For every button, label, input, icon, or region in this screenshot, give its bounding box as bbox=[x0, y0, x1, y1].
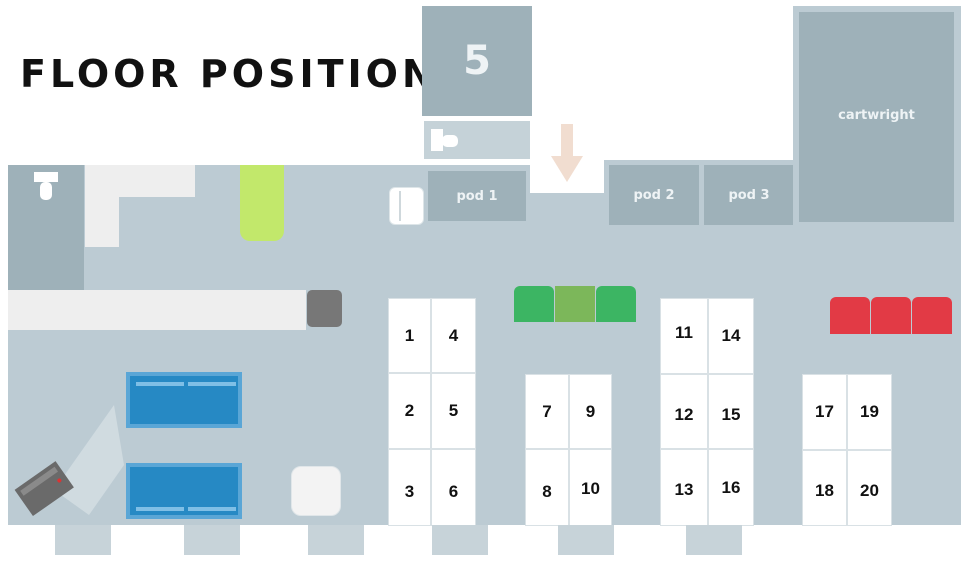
desk-number: 18 bbox=[815, 481, 834, 500]
desk-number: 16 bbox=[721, 477, 741, 497]
pod-1[interactable]: pod 1 bbox=[428, 171, 526, 221]
window-tab bbox=[55, 525, 111, 555]
cabinet bbox=[389, 187, 424, 225]
red-seat[interactable] bbox=[830, 297, 870, 334]
desk-12[interactable]: 12 bbox=[660, 374, 708, 449]
trash-bin-icon bbox=[307, 290, 342, 327]
desk-16[interactable]: 16 bbox=[708, 449, 754, 526]
room-5[interactable]: 5 bbox=[422, 6, 532, 116]
desk-number: 2 bbox=[404, 401, 415, 420]
desk-1[interactable]: 1 bbox=[388, 298, 431, 373]
desk-number: 8 bbox=[542, 481, 552, 501]
desk-3[interactable]: 3 bbox=[388, 449, 431, 526]
counter-side bbox=[85, 165, 119, 247]
desk-20[interactable]: 20 bbox=[847, 450, 892, 526]
pod-3-label: pod 3 bbox=[728, 187, 770, 203]
desk-number: 14 bbox=[721, 326, 741, 345]
window-tab bbox=[432, 525, 488, 555]
pod-2-label: pod 2 bbox=[633, 187, 675, 203]
desk-7[interactable]: 7 bbox=[525, 374, 569, 449]
pod-1-label: pod 1 bbox=[456, 188, 498, 204]
pod-2[interactable]: pod 2 bbox=[609, 165, 699, 225]
pod-3[interactable]: pod 3 bbox=[704, 165, 794, 225]
desk-number: 17 bbox=[815, 402, 834, 421]
desk-number: 15 bbox=[721, 404, 741, 424]
desk-number: 9 bbox=[585, 401, 596, 421]
lime-bar-table bbox=[240, 165, 284, 241]
window-tab bbox=[308, 525, 364, 555]
desk-2[interactable]: 2 bbox=[388, 373, 431, 449]
desk-number: 5 bbox=[448, 401, 459, 420]
desk-18[interactable]: 18 bbox=[802, 450, 847, 526]
window-tab bbox=[184, 525, 240, 555]
desk-number: 12 bbox=[674, 404, 694, 424]
desk-number: 13 bbox=[674, 479, 694, 499]
desk-15[interactable]: 15 bbox=[708, 374, 754, 449]
restroom-icon bbox=[430, 127, 460, 153]
desk-10[interactable]: 10 bbox=[569, 449, 612, 526]
desk-number: 6 bbox=[448, 481, 459, 501]
green-seat[interactable] bbox=[596, 286, 636, 322]
desk-17[interactable]: 17 bbox=[802, 374, 847, 450]
desk-8[interactable]: 8 bbox=[525, 449, 569, 526]
desk-number: 3 bbox=[404, 481, 415, 501]
desk-number: 11 bbox=[675, 323, 693, 342]
room-cartwright[interactable]: cartwright bbox=[799, 12, 954, 222]
desk-4[interactable]: 4 bbox=[431, 298, 476, 373]
desk-19[interactable]: 19 bbox=[847, 374, 892, 450]
long-counter bbox=[8, 290, 306, 330]
room-5-label: 5 bbox=[463, 38, 491, 84]
blue-table[interactable] bbox=[126, 463, 242, 519]
window-tab bbox=[686, 525, 742, 555]
desk-number: 19 bbox=[860, 402, 879, 421]
desk-number: 1 bbox=[404, 325, 415, 345]
red-seat[interactable] bbox=[912, 297, 952, 334]
desk-number: 7 bbox=[542, 401, 552, 421]
cartwright-label: cartwright bbox=[838, 108, 915, 123]
green-seat[interactable] bbox=[555, 286, 595, 322]
toilet-icon bbox=[32, 170, 60, 202]
green-seat[interactable] bbox=[514, 286, 554, 322]
desk-13[interactable]: 13 bbox=[660, 449, 708, 526]
desk-9[interactable]: 9 bbox=[569, 374, 612, 449]
printer-icon bbox=[14, 395, 124, 520]
desk-11[interactable]: 11 bbox=[660, 298, 708, 374]
entrance-arrow-icon bbox=[551, 124, 583, 182]
window-tab bbox=[558, 525, 614, 555]
round-table bbox=[291, 466, 341, 516]
desk-number: 10 bbox=[581, 478, 600, 498]
page-title: FLOOR POSITIONS bbox=[20, 52, 470, 96]
desk-6[interactable]: 6 bbox=[431, 449, 476, 526]
red-seat[interactable] bbox=[871, 297, 911, 334]
desk-number: 4 bbox=[448, 325, 459, 345]
desk-number: 20 bbox=[860, 481, 879, 500]
desk-14[interactable]: 14 bbox=[708, 298, 754, 374]
blue-table[interactable] bbox=[126, 372, 242, 428]
desk-5[interactable]: 5 bbox=[431, 373, 476, 449]
